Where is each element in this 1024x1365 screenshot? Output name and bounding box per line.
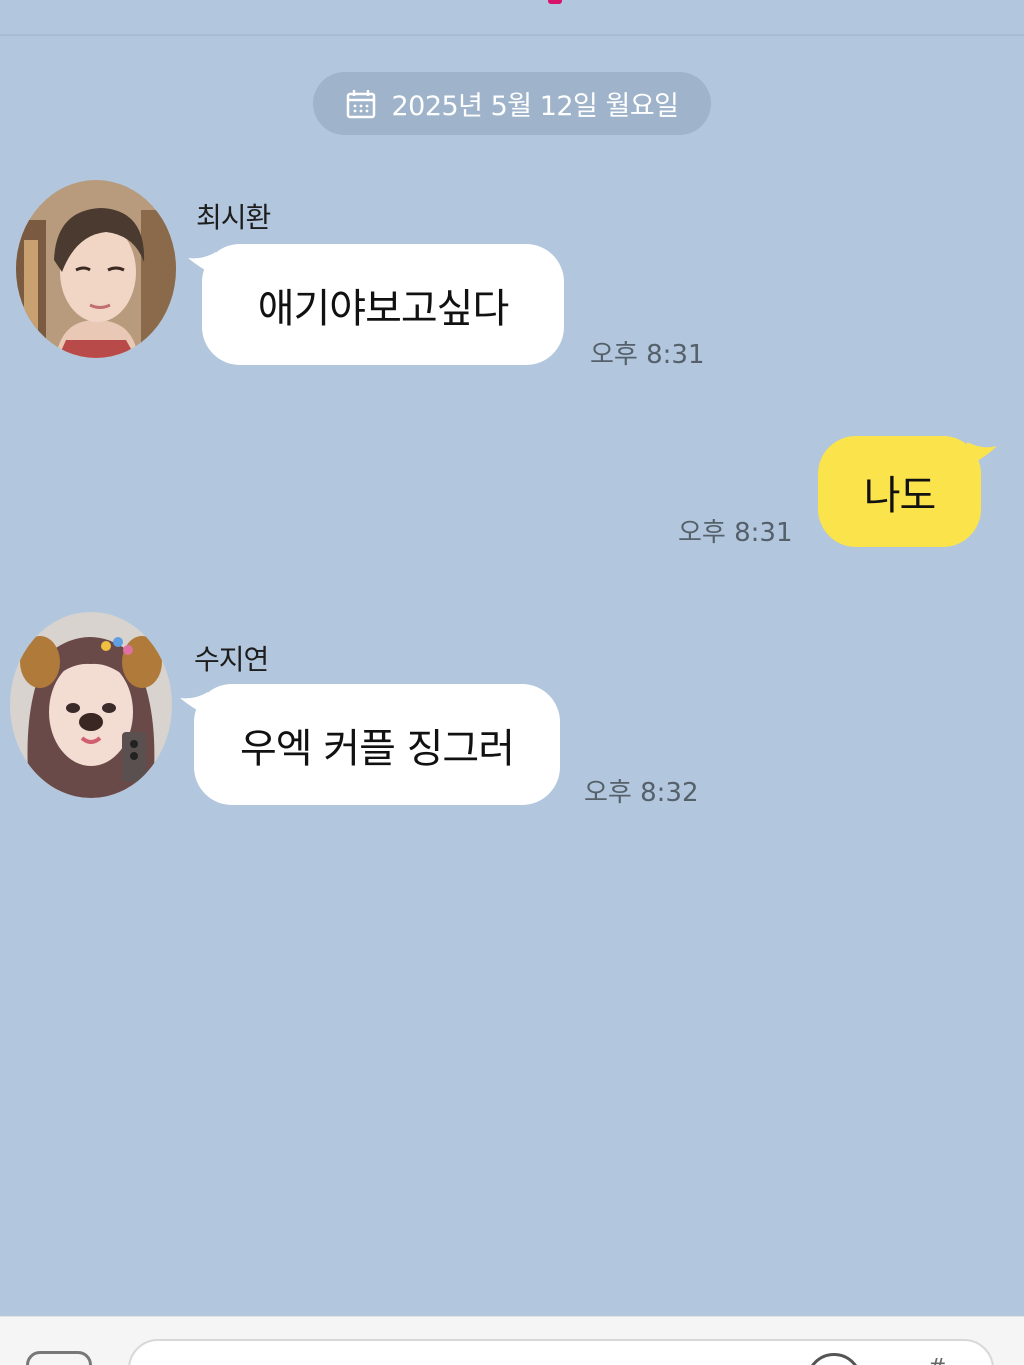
header-heart-icon: [548, 0, 562, 4]
message-text: 우엑 커플 징그러: [239, 725, 515, 772]
attach-button[interactable]: [26, 1351, 92, 1365]
sender-name: 수지연: [194, 643, 269, 676]
bubble-tail: [967, 442, 997, 466]
message-time: 오후 8:31: [678, 518, 793, 548]
message-text: 애기야보고싶다: [257, 285, 510, 332]
message-input[interactable]: [128, 1339, 994, 1365]
chat-header: [0, 0, 1024, 36]
my-message-bubble[interactable]: 나도: [818, 436, 997, 547]
message-bubble[interactable]: 우엑 커플 징그러: [180, 684, 560, 805]
avatar[interactable]: [16, 180, 176, 358]
date-divider-text: 2025년 5월 12일 월요일: [391, 91, 679, 122]
bubble-tail: [180, 692, 208, 716]
message-time: 오후 8:32: [584, 778, 699, 808]
message-input-bar: #: [0, 1316, 1024, 1365]
emoji-icon[interactable]: [806, 1353, 862, 1365]
message-text: 나도: [863, 472, 937, 519]
message-bubble[interactable]: 애기야보고싶다: [188, 244, 564, 365]
hash-icon[interactable]: #: [928, 1355, 946, 1365]
calendar-icon: [347, 89, 376, 118]
avatar[interactable]: [10, 612, 172, 798]
profile-portrait-female: [10, 612, 172, 798]
date-divider: 2025년 5월 12일 월요일: [313, 72, 711, 135]
message-time: 오후 8:31: [590, 340, 705, 370]
profile-portrait-male: [16, 180, 176, 358]
bubble-tail: [188, 252, 216, 276]
sender-name: 최시환: [196, 201, 271, 234]
